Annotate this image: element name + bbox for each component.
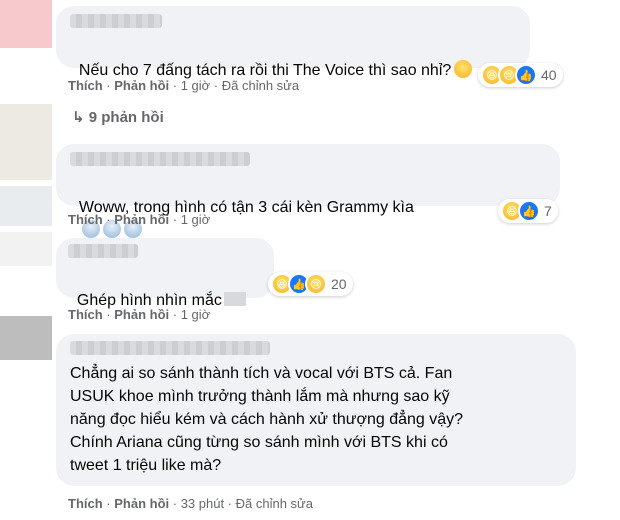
like-action[interactable]: Thích bbox=[68, 307, 103, 322]
view-replies-link[interactable]: ↳ 9 phản hồi bbox=[72, 108, 164, 126]
timestamp[interactable]: 1 giờ bbox=[181, 212, 211, 227]
like-action[interactable]: Thích bbox=[68, 78, 103, 93]
sad-reaction-icon: 😢 bbox=[305, 273, 327, 295]
reply-action[interactable]: Phản hồi bbox=[114, 496, 169, 511]
reaction-count: 40 bbox=[541, 67, 557, 83]
timestamp[interactable]: 1 giờ bbox=[181, 307, 211, 322]
like-action[interactable]: Thích bbox=[68, 212, 103, 227]
timestamp[interactable]: 1 giờ bbox=[181, 78, 211, 93]
avatar-strip-light bbox=[0, 186, 52, 226]
like-reaction-icon: 👍 bbox=[515, 64, 537, 86]
reaction-summary[interactable]: 😆 👍 😢 20 bbox=[268, 272, 353, 296]
comment-text: Chẳng ai so sánh thành tích và vocal với… bbox=[70, 365, 464, 474]
reply-action[interactable]: Phản hồi bbox=[114, 307, 169, 322]
avatar-strip-grey bbox=[0, 316, 52, 360]
like-reaction-icon: 👍 bbox=[518, 200, 540, 222]
comment-actions: Thích · Phản hồi · 1 giờ bbox=[68, 212, 211, 227]
timestamp[interactable]: 33 phút bbox=[181, 496, 224, 511]
comment-actions: Thích · Phản hồi · 33 phút · Đã chỉnh sử… bbox=[68, 496, 313, 511]
replies-label: 9 phản hồi bbox=[88, 109, 164, 126]
reaction-summary[interactable]: 😆 😢 👍 40 bbox=[478, 63, 563, 87]
avatar-strip-beige bbox=[0, 104, 52, 180]
grin-sweat-icon bbox=[454, 60, 473, 78]
author-name-redacted[interactable] bbox=[68, 244, 138, 258]
edited-label: Đã chỉnh sửa bbox=[235, 496, 313, 511]
like-action[interactable]: Thích bbox=[68, 496, 103, 511]
redacted-trailing-text bbox=[223, 292, 246, 306]
comment-actions: Thích · Phản hồi · 1 giờ · Đã chỉnh sửa bbox=[68, 78, 300, 93]
reply-action[interactable]: Phản hồi bbox=[114, 212, 169, 227]
reply-action[interactable]: Phản hồi bbox=[114, 78, 169, 93]
comment-text: Woww, trong hình có tận 3 cái kèn Grammy… bbox=[70, 173, 414, 242]
reply-arrow-icon: ↳ bbox=[72, 109, 85, 126]
author-name-redacted[interactable] bbox=[70, 341, 270, 355]
reaction-count: 7 bbox=[544, 203, 552, 219]
avatar-strip-light2 bbox=[0, 232, 52, 266]
comment-actions: Thích · Phản hồi · 1 giờ bbox=[68, 307, 211, 322]
comment-text: Ghép hình nhìn mắc bbox=[68, 266, 246, 312]
avatar-strip-pink bbox=[0, 0, 52, 48]
reaction-summary[interactable]: 😆 👍 7 bbox=[498, 199, 558, 223]
comment-text: Nếu cho 7 đấng tách ra rồi thi The Voice… bbox=[70, 36, 473, 82]
author-name-redacted[interactable] bbox=[70, 152, 250, 166]
reaction-count: 20 bbox=[331, 276, 347, 292]
edited-label: Đã chỉnh sửa bbox=[221, 78, 300, 93]
author-name-redacted[interactable] bbox=[70, 14, 162, 28]
